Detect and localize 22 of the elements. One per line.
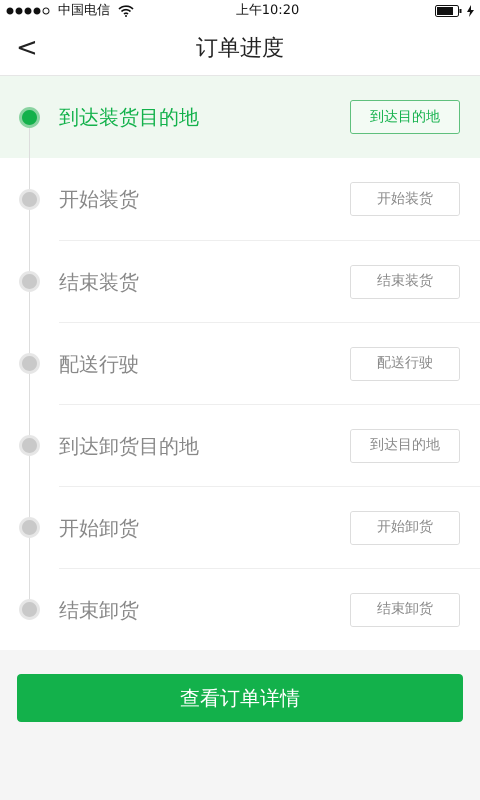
- order-details-button[interactable]: 查看订单详情: [17, 674, 463, 722]
- step-label: 开始装货: [59, 186, 139, 213]
- step-label: 到达装货目的地: [59, 104, 199, 131]
- step-label: 开始卸货: [59, 514, 139, 542]
- step-action-button[interactable]: 到达目的地: [350, 100, 460, 134]
- step-label: 到达卸货目的地: [59, 432, 199, 460]
- page-title: 订单进度: [196, 35, 284, 63]
- step-action-button[interactable]: 开始装货: [350, 182, 460, 216]
- clock-time: 上午10:20: [236, 3, 300, 18]
- wifi-icon: [118, 5, 134, 17]
- step-action-button[interactable]: 结束卸货: [350, 592, 460, 626]
- step-label: 配送行驶: [59, 350, 139, 378]
- step-label: 结束装货: [59, 268, 139, 296]
- carrier-name: 中国电信: [58, 2, 110, 20]
- back-button[interactable]: <: [10, 30, 44, 66]
- step-action-button[interactable]: 开始卸货: [350, 510, 460, 544]
- step-action-button[interactable]: 结束装货: [350, 264, 460, 298]
- step-action-button[interactable]: 配送行驶: [350, 346, 460, 380]
- charging-icon: [467, 5, 474, 17]
- battery-icon: [435, 5, 463, 17]
- step-action-button[interactable]: 到达目的地: [350, 428, 460, 462]
- step-label: 结束卸货: [59, 596, 139, 624]
